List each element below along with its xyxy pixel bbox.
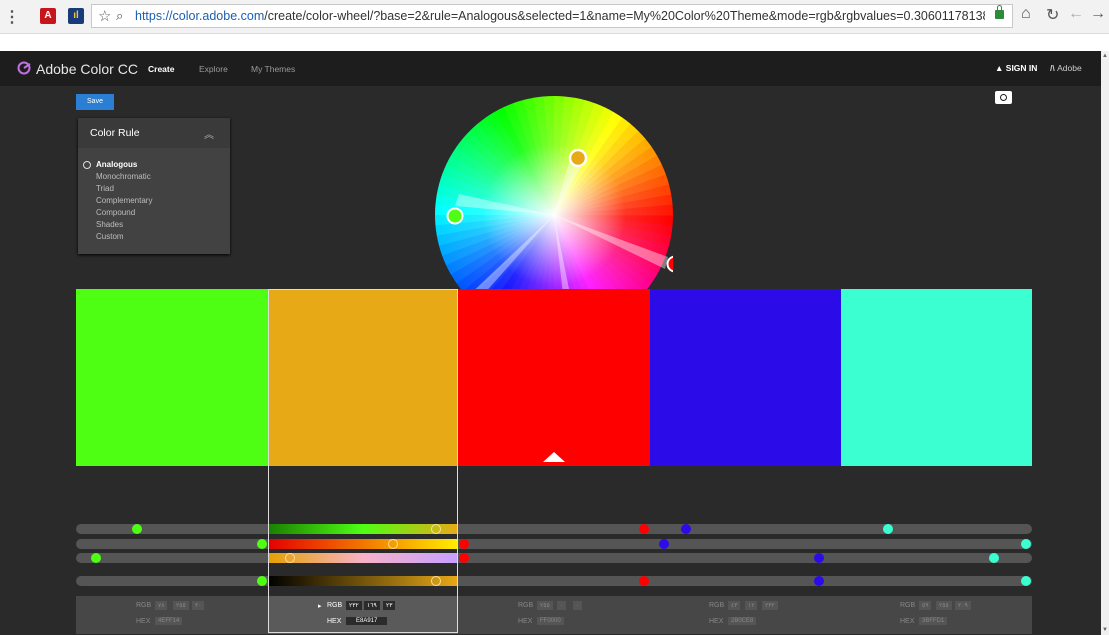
slider-track-4[interactable] bbox=[76, 576, 1032, 586]
forward-icon[interactable]: → bbox=[1090, 5, 1106, 23]
rule-custom[interactable]: Custom bbox=[96, 232, 124, 241]
slider-knob[interactable] bbox=[257, 539, 267, 549]
collapse-icon[interactable]: ︽ bbox=[204, 126, 214, 141]
rule-compound[interactable]: Compound bbox=[96, 208, 135, 217]
slider-knob[interactable] bbox=[681, 524, 691, 534]
hex-value[interactable]: FF0000 bbox=[537, 617, 564, 625]
lock-icon[interactable] bbox=[995, 5, 1004, 19]
rgb-g[interactable]: ٢٥٥ bbox=[173, 601, 189, 610]
color-values-row bbox=[76, 596, 1032, 634]
back-icon[interactable]: ← bbox=[1068, 5, 1084, 23]
adobe-color-logo-icon bbox=[17, 61, 31, 75]
nav-create[interactable]: Create bbox=[148, 64, 174, 74]
rgb-g[interactable]: ١٢ bbox=[745, 601, 758, 610]
rgb-label: RGB bbox=[709, 602, 725, 609]
rule-analogous[interactable]: Analogous bbox=[83, 160, 137, 169]
color-rule-title: Color Rule bbox=[90, 127, 140, 139]
slider-knob[interactable] bbox=[883, 524, 893, 534]
search-icon: ⌕ bbox=[116, 8, 124, 23]
hex-value[interactable]: 2B0CE8 bbox=[728, 617, 757, 625]
slider-knob[interactable] bbox=[639, 524, 649, 534]
browser-toolbar: ⋮ A ıl ☆ ⌕ https://color.adobe.com/creat… bbox=[0, 0, 1109, 34]
rgb-b[interactable]: ٢٠ bbox=[192, 601, 205, 610]
wheel-handle-green[interactable] bbox=[446, 207, 464, 225]
swatch-5[interactable] bbox=[841, 289, 1032, 466]
slider-knob[interactable] bbox=[1021, 539, 1031, 549]
swatch-3[interactable] bbox=[458, 289, 650, 466]
sign-in-link[interactable]: ▲ SIGN IN bbox=[995, 63, 1037, 73]
save-button[interactable]: Save bbox=[76, 94, 114, 110]
bookmark-star-icon[interactable]: ☆ bbox=[98, 7, 111, 25]
slider-track-2[interactable] bbox=[76, 539, 1032, 549]
color-rule-panel: Color Rule ︽ Analogous Monochromatic Tri… bbox=[78, 118, 230, 254]
brand-name[interactable]: Adobe Color CC bbox=[36, 61, 138, 77]
rgb-r[interactable]: ٧٨ bbox=[155, 601, 168, 610]
slider-knob[interactable] bbox=[639, 576, 649, 586]
rgb-g[interactable]: ٠ bbox=[557, 601, 567, 610]
analytics-extension-icon[interactable]: ıl bbox=[68, 8, 84, 24]
rgb-r[interactable]: ٤٣ bbox=[728, 601, 741, 610]
reload-icon[interactable]: ↻ bbox=[1046, 5, 1059, 25]
selected-swatch-outline bbox=[268, 289, 458, 633]
user-icon: ▲ bbox=[995, 63, 1006, 73]
rgb-label: RGB bbox=[900, 602, 916, 609]
rgb-r[interactable]: ٢٥٥ bbox=[537, 601, 553, 610]
slider-knob[interactable] bbox=[257, 576, 267, 586]
rule-complementary[interactable]: Complementary bbox=[96, 196, 152, 205]
page-scrollbar[interactable]: ▲ ▼ bbox=[1101, 51, 1109, 635]
rgb-label: RGB bbox=[518, 602, 534, 609]
rgb-label: RGB bbox=[136, 602, 152, 609]
nav-explore[interactable]: Explore bbox=[199, 64, 228, 74]
rule-monochromatic[interactable]: Monochromatic bbox=[96, 172, 151, 181]
hex-value[interactable]: 3BFFD1 bbox=[919, 617, 948, 625]
slider-knob[interactable] bbox=[814, 576, 824, 586]
slider-knob[interactable] bbox=[459, 539, 469, 549]
hex-label: HEX bbox=[709, 618, 724, 625]
rgb-b[interactable]: ٢٠٩ bbox=[955, 601, 971, 610]
scroll-up-icon[interactable]: ▲ bbox=[1102, 53, 1108, 59]
wheel-handle-red[interactable] bbox=[666, 255, 674, 273]
slider-knob[interactable] bbox=[91, 553, 101, 563]
home-icon[interactable]: ⌂ bbox=[1021, 5, 1031, 23]
swatch-4[interactable] bbox=[650, 289, 841, 466]
slider-track-3[interactable] bbox=[76, 553, 1032, 563]
rgb-b[interactable]: ٠ bbox=[573, 601, 583, 610]
scroll-down-icon[interactable]: ▼ bbox=[1102, 627, 1108, 633]
rgb-r[interactable]: ٥٩ bbox=[919, 601, 932, 610]
address-bar[interactable]: ☆ ⌕ https://color.adobe.com/create/color… bbox=[91, 4, 1013, 28]
browser-menu-icon[interactable]: ⋮ bbox=[4, 7, 20, 27]
slider-knob[interactable] bbox=[1021, 576, 1031, 586]
url-text[interactable]: https://color.adobe.com/create/color-whe… bbox=[135, 9, 985, 23]
rgb-g[interactable]: ٢٥٥ bbox=[936, 601, 952, 610]
wheel-handle-orange[interactable] bbox=[568, 148, 588, 168]
slider-knob[interactable] bbox=[132, 524, 142, 534]
rgb-b[interactable]: ٢٣٢ bbox=[762, 601, 778, 610]
nav-my-themes[interactable]: My Themes bbox=[251, 64, 295, 74]
camera-icon[interactable] bbox=[995, 91, 1012, 104]
slider-knob[interactable] bbox=[814, 553, 824, 563]
hex-label: HEX bbox=[900, 618, 915, 625]
swatch-1[interactable] bbox=[76, 289, 268, 466]
rule-triad[interactable]: Triad bbox=[96, 184, 114, 193]
hex-value[interactable]: 4EFF14 bbox=[155, 617, 183, 625]
adobe-link[interactable]: /\ Adobe bbox=[1050, 63, 1082, 73]
slider-knob[interactable] bbox=[459, 553, 469, 563]
slider-knob[interactable] bbox=[989, 553, 999, 563]
app-header: Adobe Color CC Create Explore My Themes … bbox=[0, 51, 1101, 86]
slider-knob[interactable] bbox=[659, 539, 669, 549]
radio-icon bbox=[83, 161, 91, 169]
color-rule-header[interactable]: Color Rule ︽ bbox=[78, 118, 230, 148]
base-color-marker bbox=[543, 452, 565, 462]
hex-label: HEX bbox=[518, 618, 533, 625]
hex-label: HEX bbox=[136, 618, 151, 625]
adobe-acrobat-icon[interactable]: A bbox=[40, 8, 56, 24]
rule-shades[interactable]: Shades bbox=[96, 220, 123, 229]
